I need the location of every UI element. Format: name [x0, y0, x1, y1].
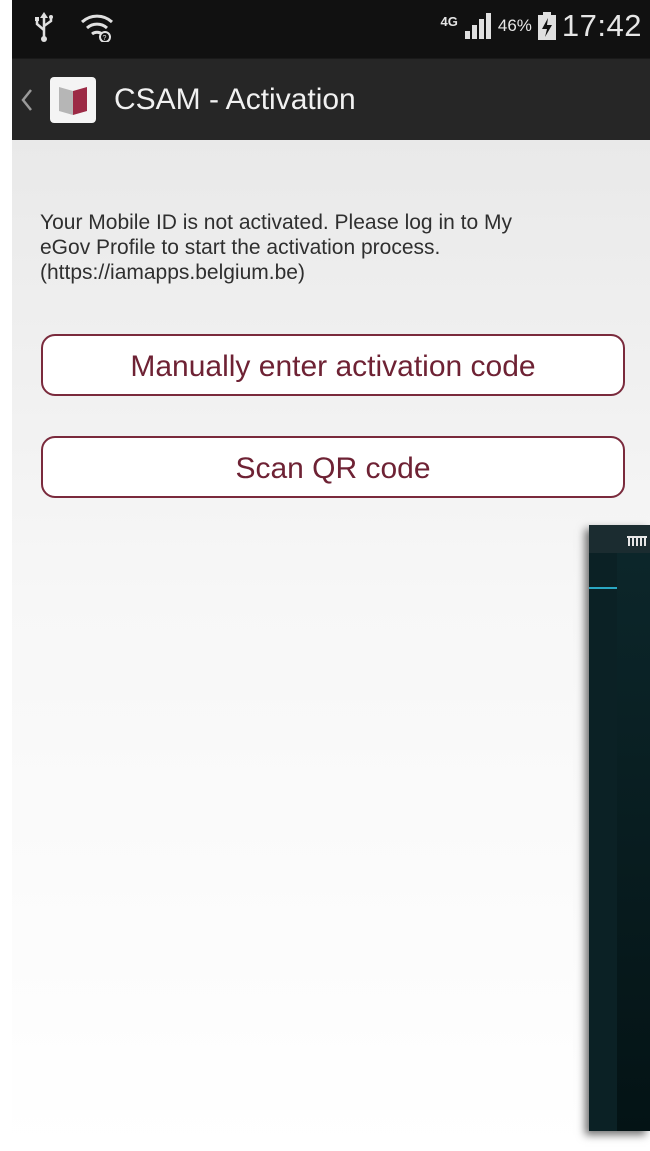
- usb-icon: [35, 12, 53, 42]
- status-bar: ? 4G 46% 17:42: [12, 0, 650, 58]
- battery-percent: 46%: [497, 16, 532, 35]
- message-line: (https://iamapps.belgium.be): [40, 261, 305, 284]
- overlapping-window-header: [589, 525, 650, 553]
- activation-message: Your Mobile ID is not activated. Please …: [40, 210, 620, 285]
- manual-activation-code-button[interactable]: Manually enter activation code: [41, 334, 625, 396]
- overlapping-window-panel: [617, 553, 650, 1131]
- status-bar-right: 4G 46% 17:42: [441, 8, 642, 44]
- message-line: eGov Profile to start the activation pro…: [40, 236, 441, 259]
- wifi-icon: ?: [80, 14, 114, 42]
- main-content: Your Mobile ID is not activated. Please …: [12, 140, 650, 1151]
- action-bar: CSAM - Activation: [12, 58, 650, 141]
- csam-logo-icon[interactable]: [50, 77, 96, 123]
- status-bar-left: ?: [34, 12, 114, 42]
- message-line: Your Mobile ID is not activated. Please …: [40, 211, 512, 234]
- signal-icon: [464, 13, 491, 39]
- network-4g-icon: 4G: [440, 14, 458, 29]
- svg-text:?: ?: [103, 35, 107, 42]
- page-title: CSAM - Activation: [114, 83, 356, 116]
- battery-charging-icon: [537, 12, 556, 40]
- chevron-left-icon[interactable]: [20, 87, 34, 113]
- overlapping-window: [589, 525, 650, 1131]
- clock-time: 17:42: [561, 8, 642, 43]
- scan-qr-code-button[interactable]: Scan QR code: [41, 436, 625, 498]
- barcode-icon: [627, 536, 647, 546]
